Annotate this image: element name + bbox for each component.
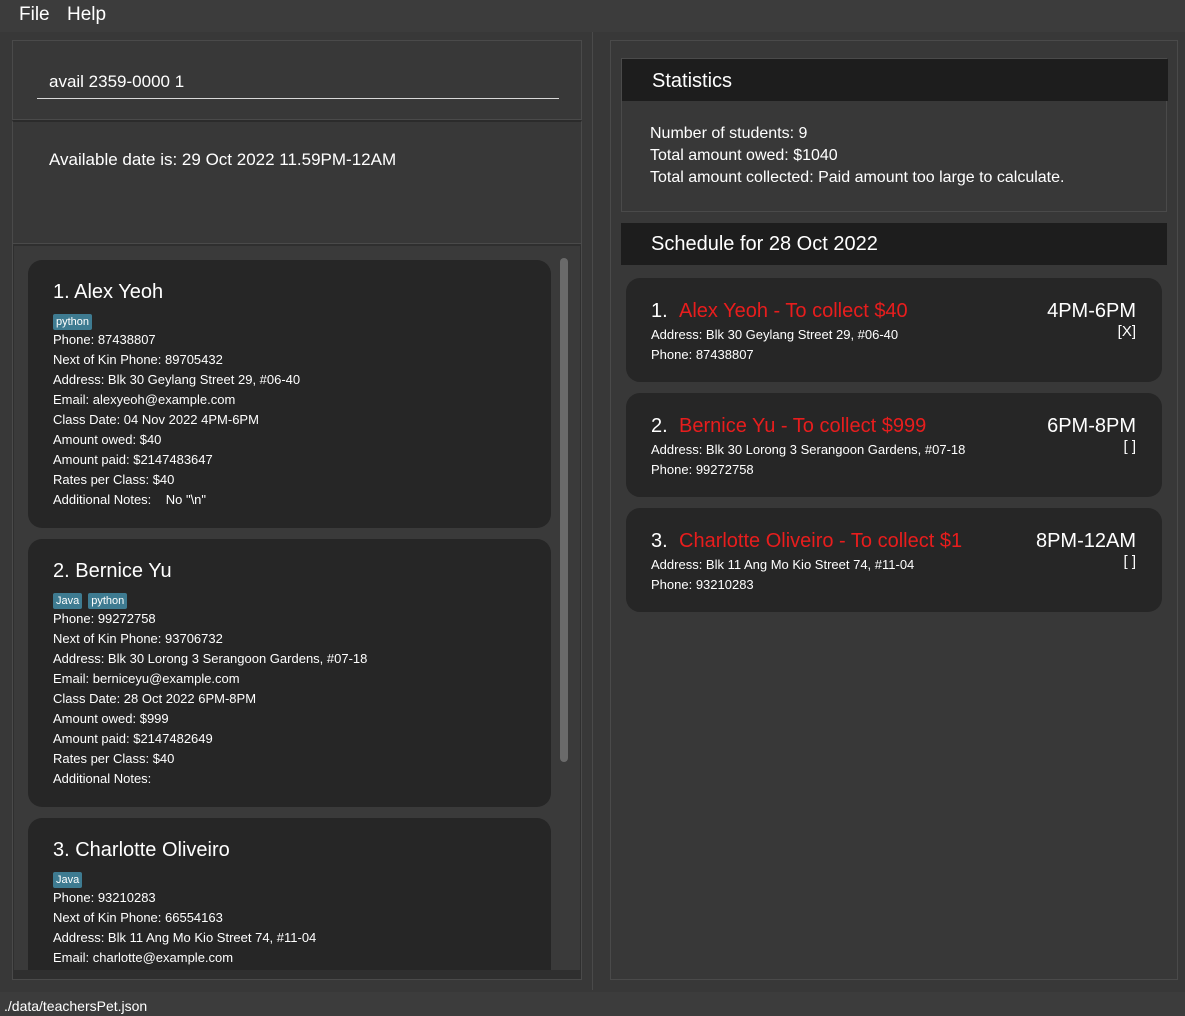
schedule-collect-title: Charlotte Oliveiro - To collect $1 [679,530,963,552]
person-notes: Additional Notes: [53,771,152,786]
person-notes: Additional Notes: No "\n" [53,492,207,507]
schedule-title: Schedule for 28 Oct 2022 [651,233,878,255]
menu-help[interactable]: Help [67,4,106,26]
tag: Java [53,872,83,888]
schedule-time: 6PM-8PM [1047,415,1136,437]
tag-row: python [53,312,98,330]
person-rates: Rates per Class: $40 [53,751,175,766]
person-rates: Rates per Class: $40 [53,472,175,487]
person-email: Email: berniceyu@example.com [53,671,240,686]
person-amount-paid: Amount paid: $2147482649 [53,731,213,746]
statistics-header: Statistics [622,59,1168,101]
person-name: 3. Charlotte Oliveiro [53,839,230,861]
tag: python [88,593,128,609]
person-list-scrollbar[interactable] [560,258,568,762]
person-nok-phone: Next of Kin Phone: 93706732 [53,631,223,646]
schedule-phone: Phone: 87438807 [651,347,754,362]
person-address: Address: Blk 11 Ang Mo Kio Street 74, #1… [53,930,317,945]
menu-bar: File Help [0,0,1185,32]
person-class-date: Class Date: 04 Nov 2022 4PM-6PM [53,412,259,427]
menu-file[interactable]: File [19,4,50,26]
statistics-title: Statistics [652,70,733,92]
schedule-time: 8PM-12AM [1035,530,1136,552]
person-nok-phone: Next of Kin Phone: 66554163 [53,910,223,925]
data-file-path: ./data/teachersPet.json [4,998,148,1014]
schedule-card[interactable]: 1. Alex Yeoh - To collect $40 4PM-6PM [X… [626,278,1162,382]
person-card[interactable]: 1. Alex Yeoh python Phone: 87438807 Next… [28,260,551,528]
schedule-address: Address: Blk 11 Ang Mo Kio Street 74, #1… [651,557,915,572]
person-address: Address: Blk 30 Geylang Street 29, #06-4… [53,372,301,387]
pane-divider[interactable] [592,32,593,990]
status-bar: ./data/teachersPet.json [0,992,1185,1016]
person-email: Email: charlotte@example.com [53,950,234,965]
stat-collected: Total amount collected: Paid amount too … [650,169,1065,186]
schedule-collect-title: Alex Yeoh - To collect $40 [679,300,908,322]
person-email: Email: alexyeoh@example.com [53,392,236,407]
person-class-date: Class Date: 28 Oct 2022 6PM-8PM [53,691,257,706]
schedule-address: Address: Blk 30 Geylang Street 29, #06-4… [651,327,899,342]
person-address: Address: Blk 30 Lorong 3 Serangoon Garde… [53,651,368,666]
schedule-mark: [ ] [1123,438,1136,455]
person-list[interactable]: 1. Alex Yeoh python Phone: 87438807 Next… [14,246,580,970]
schedule-collect-title: Bernice Yu - To collect $999 [679,415,927,437]
person-phone: Phone: 99272758 [53,611,156,626]
schedule-time: 4PM-6PM [1047,300,1136,322]
person-name: 1. Alex Yeoh [53,281,164,303]
person-nok-phone: Next of Kin Phone: 89705432 [53,352,223,367]
result-display: Available date is: 29 Oct 2022 11.59PM-1… [12,120,582,244]
command-box [12,40,582,120]
person-card[interactable]: 2. Bernice Yu Java python Phone: 99272758… [28,539,551,807]
schedule-mark: [ ] [1123,553,1136,570]
command-input[interactable] [37,65,559,99]
schedule-index: 3. [651,530,668,552]
tag: Java [53,593,83,609]
tag: python [53,314,93,330]
schedule-card[interactable]: 3. Charlotte Oliveiro - To collect $1 8P… [626,508,1162,612]
statistics-panel: Statistics Number of students: 9 Total a… [621,58,1168,212]
schedule-header: Schedule for 28 Oct 2022 [621,223,1167,265]
schedule-mark: [X] [1117,323,1136,340]
person-card[interactable]: 3. Charlotte Oliveiro Java Phone: 932102… [28,818,551,970]
tag-row: Java python [53,591,133,609]
tag-row: Java [53,870,88,888]
result-text: Available date is: 29 Oct 2022 11.59PM-1… [49,150,397,169]
person-name: 2. Bernice Yu [53,560,172,582]
schedule-index: 2. [651,415,668,437]
schedule-address: Address: Blk 30 Lorong 3 Serangoon Garde… [651,442,966,457]
person-amount-owed: Amount owed: $40 [53,432,162,447]
schedule-phone: Phone: 93210283 [651,577,754,592]
schedule-index: 1. [651,300,668,322]
person-phone: Phone: 93210283 [53,890,156,905]
schedule-phone: Phone: 99272758 [651,462,754,477]
person-amount-paid: Amount paid: $2147483647 [53,452,213,467]
stat-students: Number of students: 9 [650,125,808,142]
person-phone: Phone: 87438807 [53,332,156,347]
schedule-card[interactable]: 2. Bernice Yu - To collect $999 6PM-8PM … [626,393,1162,497]
stat-owed: Total amount owed: $1040 [650,147,838,164]
person-amount-owed: Amount owed: $999 [53,711,169,726]
